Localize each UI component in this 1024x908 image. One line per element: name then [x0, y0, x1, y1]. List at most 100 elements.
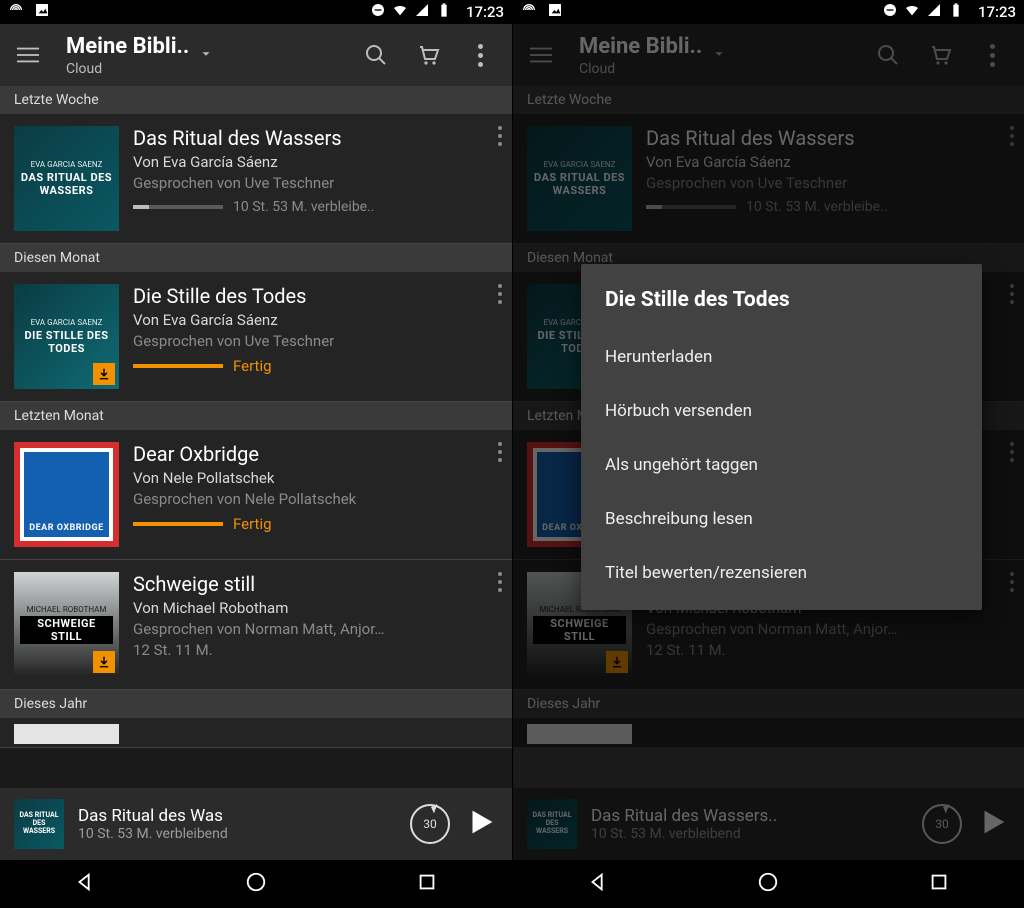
item-overflow	[1010, 284, 1014, 304]
item-author: Von Michael Robotham	[133, 599, 498, 617]
signal-icon	[414, 2, 430, 22]
mini-cover: DAS RITUAL DES WASSERS	[527, 799, 577, 849]
audible-icon	[521, 2, 537, 22]
overflow-menu[interactable]	[458, 33, 502, 77]
signal-icon	[926, 2, 942, 22]
item-overflow[interactable]	[498, 572, 502, 592]
appbar-title-dropdown[interactable]: Meine Bibli.. Cloud	[66, 34, 213, 77]
cover-art: EVA GARCIA SAENZDAS RITUAL DES WASSERS	[527, 126, 632, 231]
item-title: Das Ritual des Wassers	[133, 126, 498, 150]
dnd-icon	[882, 2, 898, 22]
item-overflow[interactable]	[498, 126, 502, 146]
phone-right: 17:23 Meine Bibli.. Cloud Letzte Woche E…	[512, 0, 1024, 908]
chevron-down-icon	[712, 46, 726, 65]
mini-remaining: 10 St. 53 M. verbleibend	[591, 826, 908, 842]
hamburger-icon[interactable]	[10, 37, 46, 73]
recents-button[interactable]	[928, 871, 950, 897]
item-narrator: Gesprochen von Nele Pollatschek	[133, 490, 498, 508]
cover-art: EVA GARCIA SAENZDIE STILLE DES TODES	[14, 284, 119, 389]
menu-item-download[interactable]: Herunterladen	[581, 330, 982, 384]
item-author: Von Nele Pollatschek	[133, 469, 498, 487]
hamburger-icon[interactable]	[523, 37, 559, 73]
library-item[interactable]	[0, 718, 512, 748]
progress-bar	[133, 522, 223, 526]
phone-left: 17:23 Meine Bibli.. Cloud Letzte Woche E…	[0, 0, 512, 908]
battery-icon	[948, 2, 964, 22]
mini-title: Das Ritual des Was	[78, 806, 396, 826]
search-icon[interactable]	[354, 33, 398, 77]
mini-player[interactable]: DAS RITUAL DES WASSERS Das Ritual des Wa…	[0, 788, 512, 860]
cart-icon[interactable]	[406, 33, 450, 77]
mini-player: DAS RITUAL DES WASSERS Das Ritual des Wa…	[513, 788, 1024, 860]
cover-art: DEAR OXBRIDGE	[14, 442, 119, 547]
search-icon[interactable]	[866, 33, 910, 77]
battery-icon	[436, 2, 452, 22]
library-item[interactable]: DEAR OXBRIDGE Dear Oxbridge Von Nele Pol…	[0, 430, 512, 560]
picture-icon	[547, 2, 563, 22]
chevron-down-icon	[199, 46, 213, 65]
item-narrator: Gesprochen von Norman Matt, Anjor…	[133, 620, 498, 638]
status-bar: 17:23	[0, 0, 512, 24]
section-header: Dieses Jahr	[0, 690, 512, 718]
android-nav-bar	[513, 860, 1024, 908]
mini-remaining: 10 St. 53 M. verbleibend	[78, 826, 396, 842]
appbar-title-dropdown[interactable]: Meine Bibli.. Cloud	[579, 34, 726, 77]
library-item[interactable]: MICHAEL ROBOTHAMSCHWEIGE STILL Schweige …	[0, 560, 512, 690]
item-title: Dear Oxbridge	[133, 442, 498, 466]
menu-item-tag-unheard[interactable]: Als ungehört taggen	[581, 438, 982, 492]
clock: 17:23	[466, 3, 504, 21]
back-button[interactable]	[587, 871, 609, 897]
play-button[interactable]	[464, 805, 498, 843]
section-header: Letzten Monat	[0, 402, 512, 430]
app-bar: Meine Bibli.. Cloud	[513, 24, 1024, 86]
library-item: EVA GARCIA SAENZDAS RITUAL DES WASSERS D…	[513, 114, 1024, 244]
page-subtitle: Cloud	[66, 61, 189, 77]
wifi-icon	[392, 2, 408, 22]
rewind-30-button[interactable]: 30	[410, 804, 450, 844]
home-button[interactable]	[245, 871, 267, 897]
library-item	[513, 718, 1024, 748]
cover-art	[527, 724, 632, 744]
section-header: Letzte Woche	[513, 86, 1024, 114]
item-title: Die Stille des Todes	[133, 284, 498, 308]
menu-item-description[interactable]: Beschreibung lesen	[581, 492, 982, 546]
menu-item-rate[interactable]: Titel bewerten/rezensieren	[581, 546, 982, 600]
overflow-menu[interactable]	[970, 33, 1014, 77]
progress-bar	[133, 205, 223, 209]
mini-cover: DAS RITUAL DES WASSERS	[14, 799, 64, 849]
library-item[interactable]: EVA GARCIA SAENZDAS RITUAL DES WASSERS D…	[0, 114, 512, 244]
audible-icon	[8, 2, 24, 22]
item-overflow[interactable]	[498, 284, 502, 304]
popup-title: Die Stille des Todes	[581, 288, 982, 330]
page-title: Meine Bibli..	[66, 34, 189, 59]
rewind-30-button: 30	[922, 804, 962, 844]
clock: 17:23	[978, 3, 1016, 21]
cover-art: MICHAEL ROBOTHAMSCHWEIGE STILL	[14, 572, 119, 677]
item-overflow[interactable]	[498, 442, 502, 462]
back-button[interactable]	[74, 871, 96, 897]
section-header: Letzte Woche	[0, 86, 512, 114]
menu-item-send[interactable]: Hörbuch versenden	[581, 384, 982, 438]
item-overflow	[1010, 126, 1014, 146]
cover-art	[14, 724, 119, 744]
library-list[interactable]: Letzte Woche EVA GARCIA SAENZDAS RITUAL …	[0, 86, 512, 788]
status-badge: Fertig	[233, 357, 272, 375]
android-nav-bar	[0, 860, 512, 908]
item-narrator: Gesprochen von Uve Teschner	[133, 332, 498, 350]
picture-icon	[34, 2, 50, 22]
time-remaining: 10 St. 53 M. verbleibe..	[233, 199, 374, 215]
item-overflow	[1010, 572, 1014, 592]
progress-bar	[133, 364, 223, 368]
recents-button[interactable]	[416, 871, 438, 897]
status-badge: Fertig	[233, 515, 272, 533]
section-header: Dieses Jahr	[513, 690, 1024, 718]
library-item[interactable]: EVA GARCIA SAENZDIE STILLE DES TODES Die…	[0, 272, 512, 402]
item-title: Schweige still	[133, 572, 498, 596]
home-button[interactable]	[757, 871, 779, 897]
cover-art: EVA GARCIA SAENZDAS RITUAL DES WASSERS	[14, 126, 119, 231]
download-icon	[93, 651, 115, 673]
cart-icon[interactable]	[918, 33, 962, 77]
status-bar: 17:23	[513, 0, 1024, 24]
context-menu: Die Stille des Todes Herunterladen Hörbu…	[581, 264, 982, 610]
duration: 12 St. 11 M.	[133, 641, 498, 659]
